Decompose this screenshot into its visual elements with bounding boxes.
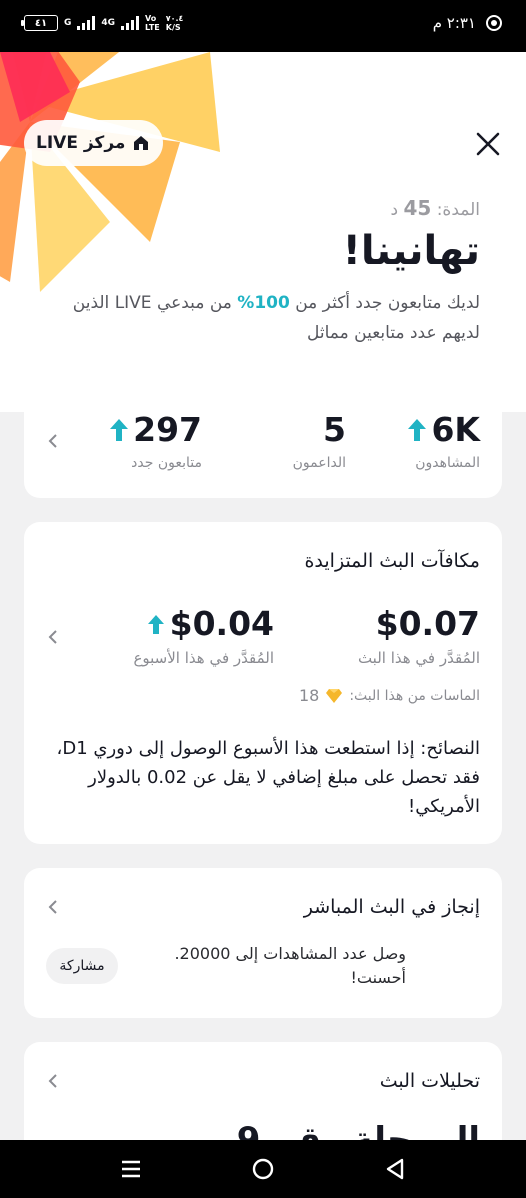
analytics-headline: المرحلة رقم 9: [236, 1120, 480, 1140]
week-estimate-label: المُقدَّر في هذا الأسبوع: [133, 649, 274, 667]
duration-value: 45: [403, 196, 432, 220]
network-type-2: 4G: [101, 17, 116, 28]
viewers-stat: 6K المشاهدون: [407, 410, 480, 471]
rewards-card: مكافآت البث المتزايدة $0.07 المُقدَّر في…: [24, 522, 502, 844]
achievement-text: وصل عدد المشاهدات إلى 20000. أحسنت!: [174, 942, 406, 990]
battery-icon: ٤١: [21, 15, 58, 31]
stream-duration: المدة: 45 د: [390, 196, 480, 220]
achievement-line-1: وصل عدد المشاهدات إلى 20000.: [174, 944, 406, 963]
live-center-label: مركز LIVE: [36, 133, 126, 153]
duration-unit: د: [390, 200, 399, 220]
supporters-stat: 5 الداعمون: [293, 410, 346, 471]
week-estimate-value: $0.04: [169, 604, 274, 643]
status-left: ٤١ G 4G Vo LTE ٧٠.٤ K/S: [21, 14, 184, 32]
rewards-title: مكافآت البث المتزايدة: [304, 550, 480, 572]
subtitle-pre: لديك متابعون جدد أكثر من: [289, 293, 480, 313]
house-icon: [134, 136, 149, 150]
page-title: تهانينا!: [342, 228, 480, 274]
share-button[interactable]: مشاركة: [46, 948, 118, 984]
chevron-left-icon[interactable]: [46, 1074, 60, 1088]
rewards-tips: النصائح: إذا استطعت هذا الأسبوع الوصول إ…: [56, 738, 480, 817]
stats-card[interactable]: 6K المشاهدون 5 الداعمون 297 متابعون جدد: [24, 384, 502, 498]
status-bar: ٤١ G 4G Vo LTE ٧٠.٤ K/S ٢:٣١ م: [0, 0, 526, 52]
new-followers-label: متابعون جدد: [131, 455, 202, 471]
achievement-line-2: أحسنت!: [350, 968, 406, 987]
viewers-value: 6K: [431, 410, 480, 449]
stream-estimate-value: $0.07: [375, 604, 480, 643]
close-icon[interactable]: [474, 130, 502, 158]
supporters-value: 5: [323, 410, 346, 449]
network-type-1: G: [64, 17, 72, 28]
diamonds-row: الماسات من هذا البث: 18: [299, 686, 480, 705]
chevron-left-icon[interactable]: [46, 434, 60, 448]
up-arrow-icon: [110, 418, 129, 441]
up-arrow-icon: [147, 614, 164, 634]
battery-level: ٤١: [34, 17, 48, 29]
clock: ٢:٣١ م: [432, 14, 476, 32]
screen-record-icon: [486, 15, 502, 31]
analytics-card[interactable]: تحليلات البث المرحلة رقم 9: [24, 1042, 502, 1140]
chevron-left-icon[interactable]: [46, 900, 60, 914]
analytics-title: تحليلات البث: [379, 1070, 480, 1092]
home-icon[interactable]: [250, 1156, 276, 1182]
live-center-button[interactable]: مركز LIVE: [24, 120, 164, 166]
duration-label: المدة:: [436, 200, 480, 220]
diamonds-label: الماسات من هذا البث:: [349, 687, 480, 704]
signal-icon: [77, 16, 96, 30]
new-followers-value: 297: [133, 410, 202, 449]
diamonds-value: 18: [298, 686, 320, 705]
status-right: ٢:٣١ م: [433, 14, 502, 32]
achievement-card[interactable]: إنجاز في البث المباشر وصل عدد المشاهدات …: [24, 868, 502, 1018]
comparison-subtitle: لديك متابعون جدد أكثر من 100% من مبدعي L…: [40, 288, 480, 348]
supporters-label: الداعمون: [292, 455, 346, 471]
subtitle-percent: 100%: [237, 293, 290, 313]
new-followers-stat: 297 متابعون جدد: [109, 410, 202, 471]
recent-apps-icon[interactable]: [118, 1156, 144, 1182]
diamond-icon: [326, 688, 343, 703]
live-summary-screen: مركز LIVE المدة: 45 د تهانينا! لديك متاب…: [0, 52, 526, 1140]
achievement-title: إنجاز في البث المباشر: [303, 896, 480, 918]
viewers-label: المشاهدون: [415, 455, 480, 471]
stream-estimate: $0.07 المُقدَّر في هذا البث: [358, 604, 480, 667]
system-nav-bar: [0, 1140, 526, 1198]
signal-icon-2: [121, 16, 140, 30]
back-icon[interactable]: [382, 1156, 408, 1182]
week-estimate: $0.04 المُقدَّر في هذا الأسبوع: [133, 604, 274, 667]
volte-label: Vo LTE: [145, 14, 160, 32]
up-arrow-icon: [408, 418, 427, 441]
chevron-left-icon[interactable]: [46, 630, 60, 644]
net-speed: ٧٠.٤ K/S: [165, 14, 184, 32]
stream-estimate-label: المُقدَّر في هذا البث: [357, 649, 480, 667]
